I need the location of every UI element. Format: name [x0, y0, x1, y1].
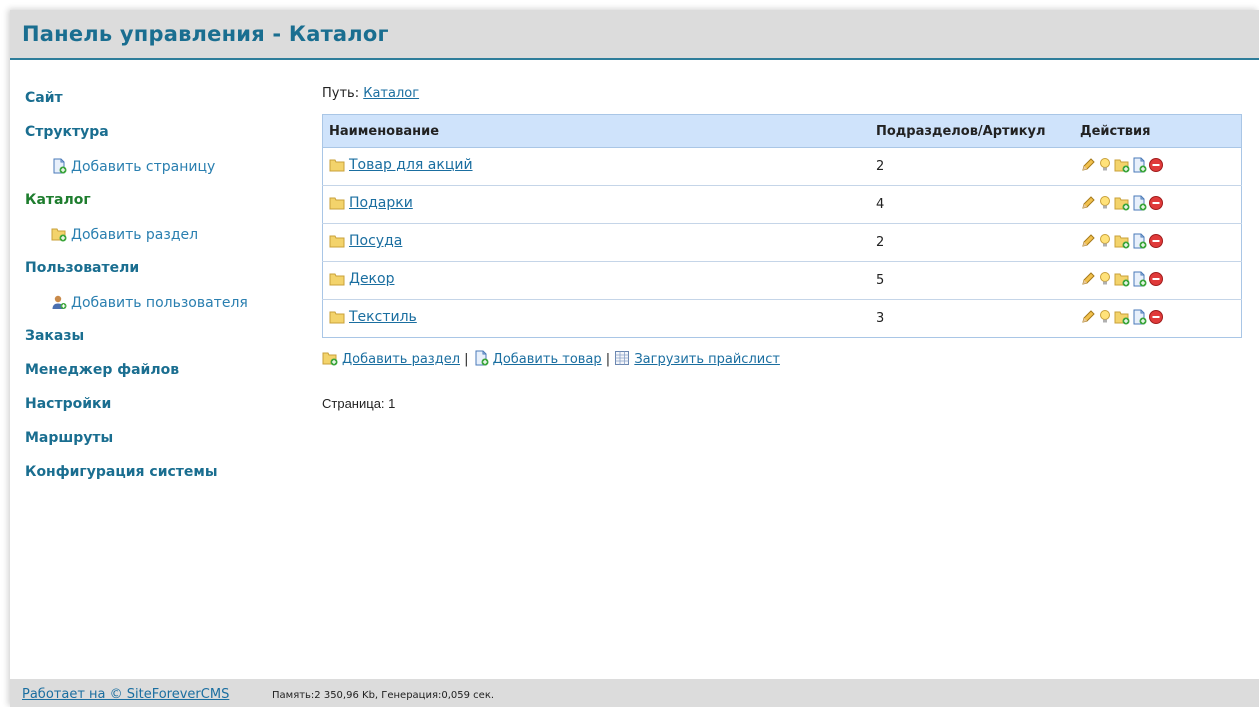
main-content: Путь: Каталог Наименование Подразделов/А… [322, 86, 1242, 411]
row-actions-cell [1074, 185, 1242, 224]
folder-icon [329, 272, 345, 290]
breadcrumb: Путь: Каталог [322, 86, 1242, 104]
add-product-icon[interactable] [1131, 233, 1147, 253]
sidebar-item-site[interactable]: Сайт [25, 90, 305, 124]
sidebar-item-orders[interactable]: Заказы [25, 328, 305, 362]
table-header-row: Наименование Подразделов/Артикул Действи… [322, 114, 1242, 148]
row-name-link[interactable]: Посуда [349, 233, 402, 249]
row-count-cell: 5 [870, 261, 1074, 300]
sidebar-item-label: Добавить пользователя [71, 295, 248, 311]
visibility-bulb-icon[interactable] [1097, 195, 1113, 215]
visibility-bulb-icon[interactable] [1097, 309, 1113, 329]
column-header-count[interactable]: Подразделов/Артикул [870, 114, 1074, 148]
sidebar-nav: Сайт Структура Добавить страницу Каталог… [25, 90, 305, 498]
sidebar-item-label: Добавить раздел [71, 227, 199, 243]
sidebar-item-routes[interactable]: Маршруты [25, 430, 305, 464]
sidebar-item-catalog[interactable]: Каталог [25, 192, 305, 226]
link-separator: | [605, 352, 611, 367]
delete-icon[interactable] [1148, 233, 1164, 253]
table-row: Товар для акций 2 [322, 147, 1242, 186]
row-actions-cell [1074, 147, 1242, 186]
row-count-cell: 2 [870, 147, 1074, 186]
edit-pencil-icon[interactable] [1080, 271, 1096, 291]
page-footer: Работает на © SiteForeverCMS Память:2 35… [10, 679, 1259, 707]
upload-price-list-link[interactable]: Загрузить прайслист [634, 352, 780, 367]
breadcrumb-link-catalog[interactable]: Каталог [363, 86, 419, 101]
row-name-link[interactable]: Подарки [349, 195, 413, 211]
folder-icon [329, 196, 345, 214]
visibility-bulb-icon[interactable] [1097, 271, 1113, 291]
add-subsection-icon[interactable] [1114, 273, 1130, 291]
page-frame: Панель управления - Каталог Сайт Структу… [10, 10, 1259, 707]
sidebar-item-users[interactable]: Пользователи [25, 260, 305, 294]
edit-pencil-icon[interactable] [1080, 157, 1096, 177]
add-subsection-icon[interactable] [1114, 235, 1130, 253]
sidebar-item-add-user[interactable]: Добавить пользователя [25, 294, 305, 328]
add-subsection-icon[interactable] [1114, 159, 1130, 177]
delete-icon[interactable] [1148, 309, 1164, 329]
delete-icon[interactable] [1148, 195, 1164, 215]
add-user-icon [51, 294, 67, 314]
column-header-actions: Действия [1074, 114, 1242, 148]
add-product-icon[interactable] [1131, 309, 1147, 329]
row-name-cell: Текстиль [322, 299, 870, 338]
row-name-cell: Посуда [322, 223, 870, 262]
table-row: Декор 5 [322, 261, 1242, 300]
sidebar-item-settings[interactable]: Настройки [25, 396, 305, 430]
row-actions-cell [1074, 299, 1242, 338]
column-header-name[interactable]: Наименование [322, 114, 870, 148]
folder-icon [329, 310, 345, 328]
row-name-link[interactable]: Декор [349, 271, 394, 287]
folder-icon [329, 158, 345, 176]
sidebar-item-add-page[interactable]: Добавить страницу [25, 158, 305, 192]
price-list-icon [614, 350, 630, 370]
table-row: Подарки 4 [322, 185, 1242, 224]
sidebar-item-file-manager[interactable]: Менеджер файлов [25, 362, 305, 396]
row-count-cell: 4 [870, 185, 1074, 224]
sidebar-item-label: Добавить страницу [71, 159, 216, 175]
folder-icon [329, 234, 345, 252]
edit-pencil-icon[interactable] [1080, 195, 1096, 215]
visibility-bulb-icon[interactable] [1097, 157, 1113, 177]
row-name-link[interactable]: Товар для акций [349, 157, 473, 173]
row-name-cell: Подарки [322, 185, 870, 224]
sidebar-item-system-config[interactable]: Конфигурация системы [25, 464, 305, 498]
breadcrumb-label: Путь: [322, 86, 360, 101]
performance-stats: Память:2 350,96 Kb, Генерация:0,059 сек. [272, 690, 495, 701]
delete-icon[interactable] [1148, 157, 1164, 177]
row-name-cell: Товар для акций [322, 147, 870, 186]
add-product-icon [473, 350, 489, 370]
page-header: Панель управления - Каталог [10, 10, 1259, 60]
table-row: Посуда 2 [322, 223, 1242, 262]
delete-icon[interactable] [1148, 271, 1164, 291]
pagination-info: Страница: 1 [322, 396, 396, 411]
add-page-icon [51, 158, 67, 178]
add-product-icon[interactable] [1131, 271, 1147, 291]
add-subsection-icon[interactable] [1114, 311, 1130, 329]
row-count-cell: 3 [870, 299, 1074, 338]
edit-pencil-icon[interactable] [1080, 233, 1096, 253]
add-folder-icon [322, 350, 338, 370]
add-product-icon[interactable] [1131, 195, 1147, 215]
row-count-cell: 2 [870, 223, 1074, 262]
catalog-table: Наименование Подразделов/Артикул Действи… [322, 114, 1242, 338]
add-subsection-icon[interactable] [1114, 197, 1130, 215]
page-title: Панель управления - Каталог [22, 22, 389, 46]
row-actions-cell [1074, 223, 1242, 262]
add-product-link[interactable]: Добавить товар [493, 352, 602, 367]
add-section-link[interactable]: Добавить раздел [342, 352, 460, 367]
powered-by-link[interactable]: Работает на © SiteForeverCMS [22, 687, 229, 702]
row-actions-cell [1074, 261, 1242, 300]
sidebar-item-add-section[interactable]: Добавить раздел [25, 226, 305, 260]
table-row: Текстиль 3 [322, 299, 1242, 338]
row-name-link[interactable]: Текстиль [349, 309, 417, 325]
edit-pencil-icon[interactable] [1080, 309, 1096, 329]
add-folder-icon [51, 226, 67, 246]
row-name-cell: Декор [322, 261, 870, 300]
sidebar-item-structure[interactable]: Структура [25, 124, 305, 158]
table-actions: Добавить раздел | Добавить товар | Загру… [322, 350, 1242, 370]
visibility-bulb-icon[interactable] [1097, 233, 1113, 253]
link-separator: | [464, 352, 469, 367]
add-product-icon[interactable] [1131, 157, 1147, 177]
